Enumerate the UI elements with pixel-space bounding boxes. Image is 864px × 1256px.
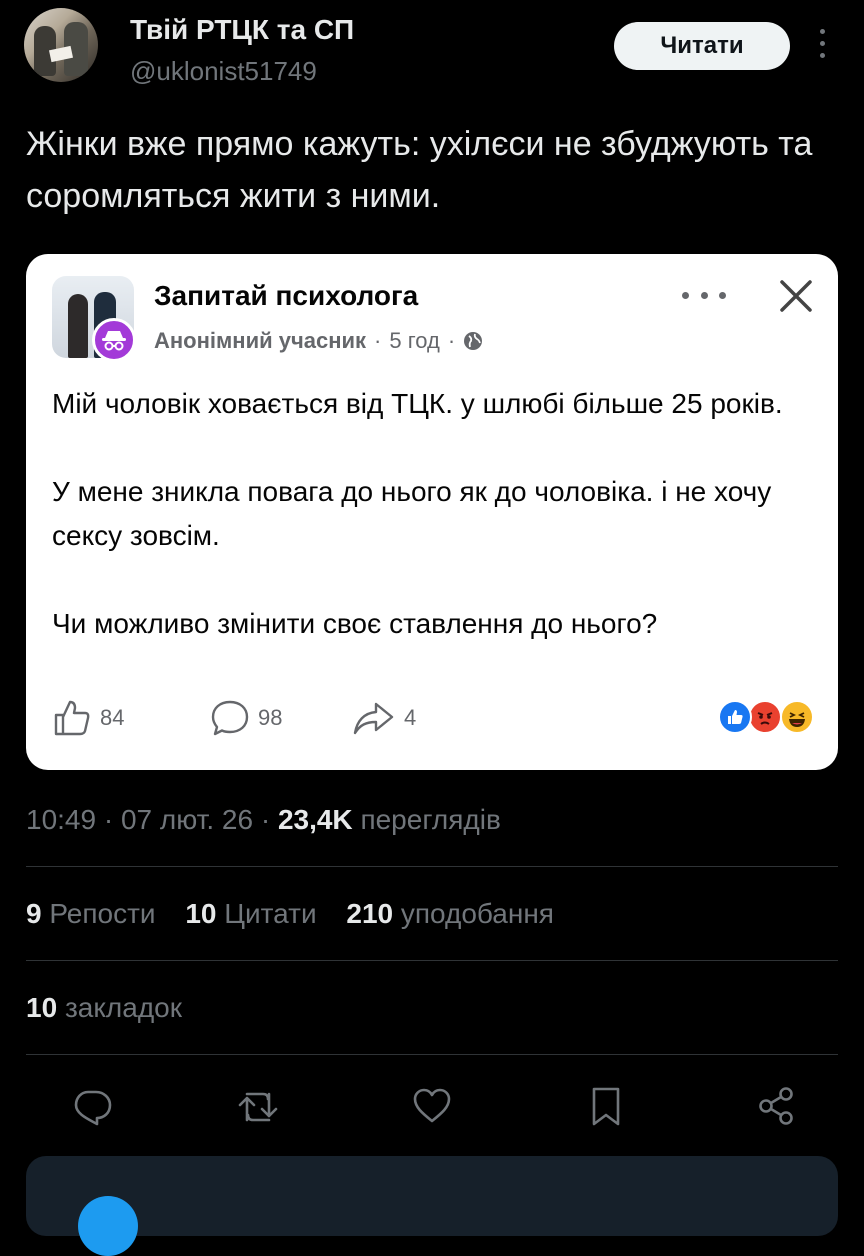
bookmarks-count: 10 <box>26 992 58 1023</box>
post-more-icon <box>682 280 726 310</box>
reply-composer-panel[interactable] <box>26 1156 838 1256</box>
timestamp-separator: · <box>103 804 114 835</box>
like-icon[interactable] <box>410 1084 454 1128</box>
post-paragraph: Мій чоловік ховається від ТЦК. у шлюбі б… <box>52 388 783 419</box>
post-time: 5 год <box>389 328 440 353</box>
bookmarks-label: закладок <box>64 992 182 1023</box>
post-actions: 84 98 4 <box>52 696 818 740</box>
composer-avatar <box>78 1196 138 1256</box>
thumbs-up-icon <box>54 700 90 736</box>
post-share-action: 4 <box>352 696 416 740</box>
bookmark-icon[interactable] <box>584 1084 628 1128</box>
author-handle[interactable]: @uklonist51749 <box>130 56 317 87</box>
views-label: переглядів <box>360 804 501 835</box>
post-share-count: 4 <box>404 705 417 730</box>
like-reaction-icon <box>718 700 752 734</box>
divider <box>26 866 838 867</box>
divider <box>26 1054 838 1055</box>
quotes-stat[interactable]: 10 Цитати <box>185 898 316 929</box>
meta-separator: · <box>447 328 456 353</box>
post-paragraph: У мене зникла повага до нього як до чоло… <box>52 476 772 551</box>
reply-icon[interactable] <box>70 1084 114 1128</box>
globe-icon <box>464 332 483 350</box>
follow-button[interactable]: Читати <box>614 22 790 70</box>
likes-label: уподобання <box>400 898 554 929</box>
bookmarks-stat[interactable]: 10 закладок <box>26 992 182 1024</box>
reactions-summary <box>718 700 818 736</box>
comment-bubble-icon <box>211 700 249 736</box>
engagement-stats: 9 Репости 10 Цитати 210 уподобання <box>26 898 554 930</box>
share-icon[interactable] <box>754 1084 798 1128</box>
likes-count: 210 <box>346 898 394 929</box>
post-author: Анонімний учасник <box>154 328 367 353</box>
share-arrow-icon <box>353 702 394 735</box>
group-name: Запитай психолога <box>154 280 419 311</box>
tweet-text: Жінки вже прямо кажуть: ухілєси не збудж… <box>26 125 813 215</box>
author-name[interactable]: Твій РТЦК та СП <box>130 14 354 46</box>
post-comment-count: 98 <box>258 705 283 730</box>
more-options-icon[interactable] <box>812 22 832 70</box>
angry-reaction-icon <box>748 700 782 734</box>
meta-separator: · <box>374 328 382 353</box>
post-like-action: 84 <box>52 696 124 740</box>
tweet-time: 10:49 <box>26 804 97 835</box>
embedded-post-image[interactable]: Запитай психолога Анонімний учасник · 5 … <box>26 254 838 770</box>
views-count: 23,4K <box>277 804 353 835</box>
post-comment-action: 98 <box>210 696 282 740</box>
anonymous-badge-icon <box>92 318 136 362</box>
post-body: Мій чоловік ховається від ТЦК. у шлюбі б… <box>52 382 822 646</box>
haha-reaction-icon <box>780 700 814 734</box>
post-paragraph: Чи можливо змінити своє ставлення до ньо… <box>52 608 658 639</box>
post-meta: Анонімний учасник · 5 год · <box>154 328 483 354</box>
divider <box>26 960 838 961</box>
tweet-timestamp[interactable]: 10:49 · 07 лют. 26 · 23,4K переглядів <box>26 804 501 836</box>
reposts-stat[interactable]: 9 Репости <box>26 898 156 929</box>
reposts-label: Репости <box>49 898 156 929</box>
quotes-label: Цитати <box>224 898 317 929</box>
timestamp-separator: · <box>260 804 271 835</box>
tweet-date: 07 лют. 26 <box>120 804 254 835</box>
reposts-count: 9 <box>26 898 42 929</box>
close-icon <box>780 280 812 312</box>
likes-stat[interactable]: 210 уподобання <box>346 898 554 929</box>
author-avatar[interactable] <box>24 8 98 82</box>
quotes-count: 10 <box>185 898 217 929</box>
post-like-count: 84 <box>100 705 125 730</box>
retweet-icon[interactable] <box>236 1084 280 1128</box>
